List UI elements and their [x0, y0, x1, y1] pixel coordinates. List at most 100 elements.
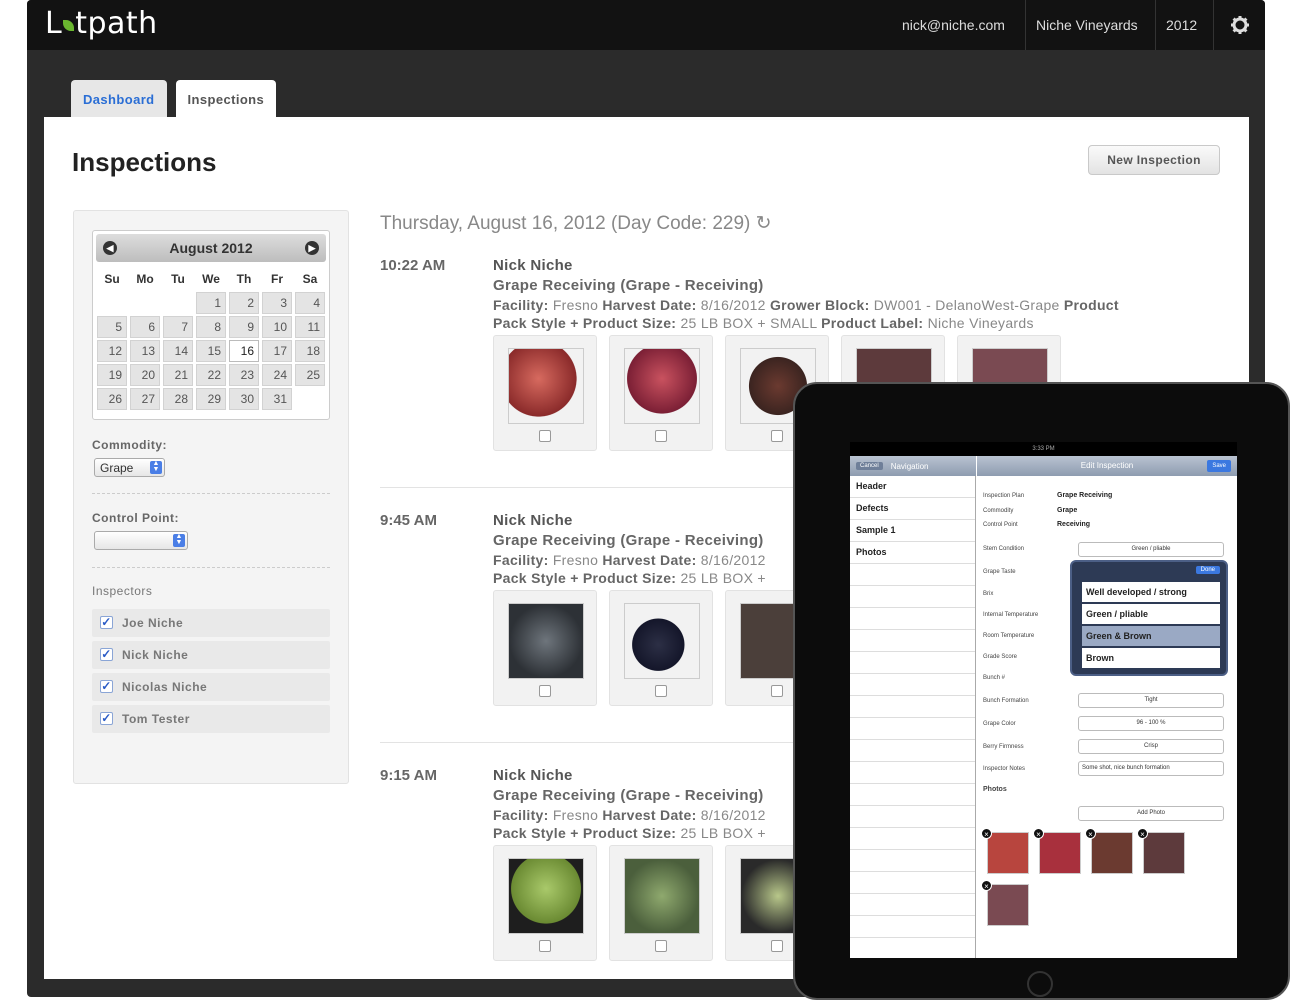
- calendar-day[interactable]: 9: [229, 316, 259, 338]
- inspector-name: Nick Niche: [493, 512, 573, 529]
- calendar-day[interactable]: 2: [229, 292, 259, 314]
- ipad-section-header[interactable]: Header: [856, 481, 887, 491]
- calendar-day[interactable]: 29: [196, 388, 226, 410]
- chevron-left-icon[interactable]: ◀: [103, 241, 117, 255]
- photo-checkbox[interactable]: [539, 430, 551, 442]
- divider: [92, 493, 330, 494]
- ipad-photo-thumbnail[interactable]: [987, 832, 1029, 874]
- calendar-day[interactable]: 3: [262, 292, 292, 314]
- ipad-notes-input[interactable]: Some shot, nice bunch formation: [1078, 761, 1224, 776]
- org-name[interactable]: Niche Vineyards: [1025, 0, 1148, 50]
- control-point-select[interactable]: ▲ ▼: [94, 531, 188, 550]
- checkbox-checked-icon[interactable]: ✓: [100, 648, 113, 661]
- ipad-field-input[interactable]: Tight: [1078, 693, 1224, 708]
- calendar-day[interactable]: 1: [196, 292, 226, 314]
- delete-photo-icon[interactable]: ×: [1033, 828, 1044, 839]
- calendar-day[interactable]: 28: [163, 388, 193, 410]
- ipad-save-button[interactable]: Save: [1207, 460, 1231, 472]
- calendar-day[interactable]: 12: [97, 340, 127, 362]
- ipad-section-defects[interactable]: Defects: [856, 503, 889, 513]
- calendar-day[interactable]: 4: [295, 292, 325, 314]
- calendar-day[interactable]: 14: [163, 340, 193, 362]
- inspection-plan[interactable]: Grape Receiving (Grape - Receiving): [493, 787, 764, 804]
- photo-checkbox[interactable]: [655, 940, 667, 952]
- calendar-day[interactable]: 23: [229, 364, 259, 386]
- delete-photo-icon[interactable]: ×: [981, 828, 992, 839]
- calendar-day[interactable]: 5: [97, 316, 127, 338]
- calendar-day[interactable]: 16: [229, 340, 259, 362]
- ipad-home-button[interactable]: [1027, 971, 1053, 997]
- calendar-day[interactable]: 19: [97, 364, 127, 386]
- calendar-day[interactable]: 25: [295, 364, 325, 386]
- app-logo[interactable]: Ltpath: [45, 6, 158, 41]
- ipad-field-input[interactable]: 96 - 100 %: [1078, 716, 1224, 731]
- user-email[interactable]: nick@niche.com: [892, 0, 1015, 50]
- photo-thumbnail[interactable]: [493, 845, 597, 961]
- inspection-plan[interactable]: Grape Receiving (Grape - Receiving): [493, 532, 764, 549]
- inspector-nick-niche[interactable]: ✓ Nick Niche: [92, 641, 330, 669]
- calendar-day[interactable]: 15: [196, 340, 226, 362]
- calendar-day[interactable]: 7: [163, 316, 193, 338]
- photo-checkbox[interactable]: [539, 940, 551, 952]
- photo-checkbox[interactable]: [655, 430, 667, 442]
- popover-option[interactable]: Brown: [1082, 648, 1220, 668]
- calendar-day[interactable]: 11: [295, 316, 325, 338]
- ipad-section-sample[interactable]: Sample 1: [856, 525, 896, 535]
- delete-photo-icon[interactable]: ×: [981, 880, 992, 891]
- photo-checkbox[interactable]: [655, 685, 667, 697]
- photo-checkbox[interactable]: [771, 685, 783, 697]
- calendar-day[interactable]: 17: [262, 340, 292, 362]
- gear-icon[interactable]: [1213, 0, 1265, 50]
- calendar-day[interactable]: 10: [262, 316, 292, 338]
- tab-dashboard[interactable]: Dashboard: [71, 80, 167, 118]
- inspector-tom-tester[interactable]: ✓ Tom Tester: [92, 705, 330, 733]
- checkbox-checked-icon[interactable]: ✓: [100, 616, 113, 629]
- calendar-day[interactable]: 27: [130, 388, 160, 410]
- ipad-section-photos[interactable]: Photos: [856, 547, 887, 557]
- popover-done-button[interactable]: Done: [1195, 566, 1220, 574]
- ipad-form: Inspection Plan Grape Receiving Commodit…: [977, 476, 1237, 958]
- calendar-day[interactable]: 6: [130, 316, 160, 338]
- calendar-day[interactable]: 8: [196, 316, 226, 338]
- delete-photo-icon[interactable]: ×: [1137, 828, 1148, 839]
- calendar-day[interactable]: 18: [295, 340, 325, 362]
- ipad-field-input[interactable]: Green / pliable: [1078, 542, 1224, 557]
- ipad-add-photo-button[interactable]: Add Photo: [1078, 806, 1224, 821]
- ipad-photo-thumbnail[interactable]: [1039, 832, 1081, 874]
- tab-inspections[interactable]: Inspections: [175, 80, 277, 118]
- new-inspection-button[interactable]: New Inspection: [1088, 145, 1220, 175]
- delete-photo-icon[interactable]: ×: [1085, 828, 1096, 839]
- chevron-right-icon[interactable]: ▶: [305, 241, 319, 255]
- photo-thumbnail[interactable]: [609, 845, 713, 961]
- popover-option-selected[interactable]: Green & Brown: [1082, 626, 1220, 646]
- photo-checkbox[interactable]: [771, 940, 783, 952]
- commodity-select[interactable]: Grape ▲ ▼: [94, 458, 165, 477]
- ipad-photo-thumbnail[interactable]: [1143, 832, 1185, 874]
- year-selector[interactable]: 2012: [1155, 0, 1207, 50]
- ipad-photo-thumbnail[interactable]: [1091, 832, 1133, 874]
- ipad-photo-thumbnail[interactable]: [987, 884, 1029, 926]
- calendar-day[interactable]: 22: [196, 364, 226, 386]
- calendar-day[interactable]: 31: [262, 388, 292, 410]
- calendar-day[interactable]: 21: [163, 364, 193, 386]
- calendar-day[interactable]: 13: [130, 340, 160, 362]
- checkbox-checked-icon[interactable]: ✓: [100, 712, 113, 725]
- popover-option[interactable]: Green / pliable: [1082, 604, 1220, 624]
- popover-option[interactable]: Well developed / strong: [1082, 582, 1220, 602]
- checkbox-checked-icon[interactable]: ✓: [100, 680, 113, 693]
- calendar-day[interactable]: 24: [262, 364, 292, 386]
- inspector-joe-niche[interactable]: ✓ Joe Niche: [92, 609, 330, 637]
- calendar-day[interactable]: 20: [130, 364, 160, 386]
- calendar-day[interactable]: 30: [229, 388, 259, 410]
- calendar-day[interactable]: 26: [97, 388, 127, 410]
- inspector-nicolas-niche[interactable]: ✓ Nicolas Niche: [92, 673, 330, 701]
- ipad-cancel-button[interactable]: Cancel: [856, 462, 883, 470]
- photo-thumbnail[interactable]: [609, 590, 713, 706]
- ipad-field-input[interactable]: Crisp: [1078, 739, 1224, 754]
- photo-checkbox[interactable]: [539, 685, 551, 697]
- photo-thumbnail[interactable]: [493, 590, 597, 706]
- photo-checkbox[interactable]: [771, 430, 783, 442]
- photo-thumbnail[interactable]: [493, 335, 597, 451]
- photo-thumbnail[interactable]: [609, 335, 713, 451]
- inspection-plan[interactable]: Grape Receiving (Grape - Receiving): [493, 277, 764, 294]
